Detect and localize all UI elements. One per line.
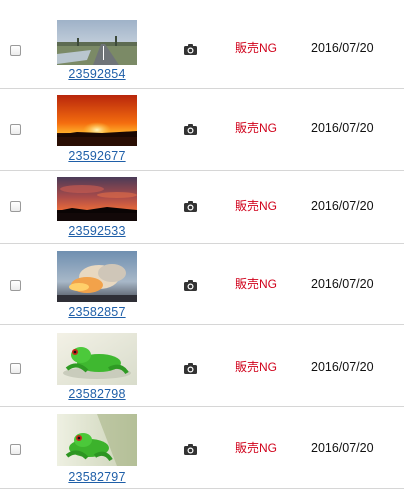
camera-icon[interactable]	[184, 278, 197, 291]
status-label: 販売NG	[235, 199, 278, 213]
date-label: 2016/07/20	[311, 121, 374, 135]
date-label: 2016/07/20	[311, 441, 374, 455]
thumbnail-image[interactable]	[57, 333, 137, 385]
row-checkbox[interactable]	[10, 45, 21, 56]
camera-icon[interactable]	[184, 442, 197, 455]
thumbnail-image[interactable]	[57, 251, 137, 302]
list-item: 23592677 販売NG 2016/07/20	[0, 89, 404, 171]
image-id-link[interactable]: 23592533	[57, 224, 137, 238]
camera-icon[interactable]	[184, 199, 197, 212]
status-label: 販売NG	[235, 441, 278, 455]
image-id-link[interactable]: 23582797	[57, 470, 137, 484]
date-label: 2016/07/20	[311, 41, 374, 55]
row-checkbox[interactable]	[10, 280, 21, 291]
image-id-link[interactable]: 23582857	[57, 305, 137, 319]
status-label: 販売NG	[235, 121, 278, 135]
thumbnail-image[interactable]	[57, 20, 137, 65]
status-label: 販売NG	[235, 360, 278, 374]
status-label: 販売NG	[235, 41, 278, 55]
list-item: 23582798 販売NG 2016/07/20	[0, 325, 404, 407]
row-checkbox[interactable]	[10, 124, 21, 135]
thumbnail-image[interactable]	[57, 95, 137, 146]
date-label: 2016/07/20	[311, 199, 374, 213]
list-item: 23592533 販売NG 2016/07/20	[0, 171, 404, 244]
date-label: 2016/07/20	[311, 277, 374, 291]
date-label: 2016/07/20	[311, 360, 374, 374]
row-checkbox[interactable]	[10, 201, 21, 212]
camera-icon[interactable]	[184, 122, 197, 135]
image-id-link[interactable]: 23592677	[57, 149, 137, 163]
camera-icon[interactable]	[184, 42, 197, 55]
row-checkbox[interactable]	[10, 444, 21, 455]
row-checkbox[interactable]	[10, 363, 21, 374]
thumbnail-image[interactable]	[57, 177, 137, 221]
status-label: 販売NG	[235, 277, 278, 291]
camera-icon[interactable]	[184, 361, 197, 374]
list-item: 23592854 販売NG 2016/07/20	[0, 0, 404, 89]
list-item: 23582857 販売NG 2016/07/20	[0, 244, 404, 325]
thumbnail-image[interactable]	[57, 414, 137, 466]
image-id-link[interactable]: 23582798	[57, 387, 137, 401]
list-item: 23582797 販売NG 2016/07/20	[0, 407, 404, 489]
image-id-link[interactable]: 23592854	[57, 67, 137, 81]
